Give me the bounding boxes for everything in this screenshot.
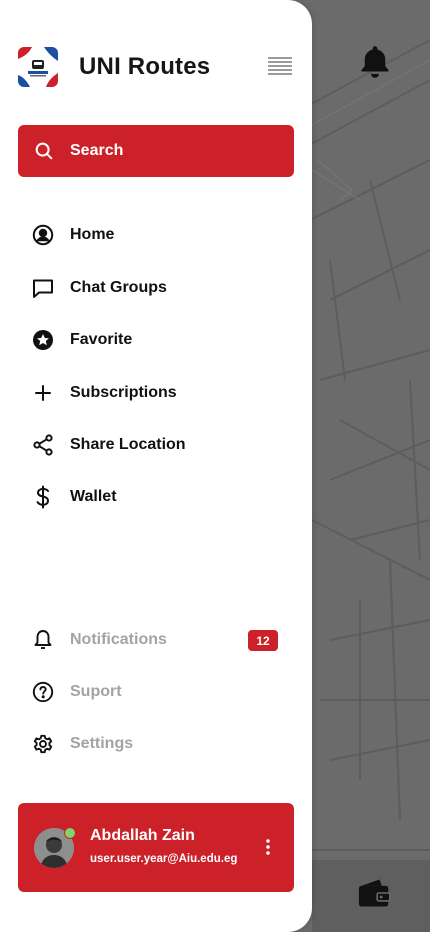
nav-item-support[interactable]: Suport xyxy=(30,674,290,710)
bell-icon xyxy=(30,627,56,653)
search-button[interactable]: Search xyxy=(18,125,294,177)
gear-icon xyxy=(30,731,56,757)
profile-card[interactable]: Abdallah Zain user.user.year@Aiu.edu.eg xyxy=(18,803,294,892)
nav-item-label: Home xyxy=(70,226,115,243)
navigation-drawer: UNI Routes Search Home Chat Groups Favor… xyxy=(0,0,312,932)
profile-email: user.user.year@Aiu.edu.eg xyxy=(90,853,238,865)
nav-item-label: Share Location xyxy=(70,436,186,453)
nav-item-label: Favorite xyxy=(70,331,133,348)
drawer-header: UNI Routes xyxy=(18,47,294,87)
nav-item-label: Settings xyxy=(70,735,134,752)
chat-icon xyxy=(30,275,56,301)
plus-icon xyxy=(30,380,56,406)
nav-item-share-location[interactable]: Share Location xyxy=(30,427,290,463)
star-circle-icon xyxy=(30,327,56,353)
nav-item-label: Notifications xyxy=(70,631,167,648)
notification-count-badge: 12 xyxy=(248,630,278,651)
nav-item-settings[interactable]: Settings xyxy=(30,726,290,762)
search-label: Search xyxy=(70,142,124,159)
menu-toggle-icon[interactable] xyxy=(268,57,292,75)
nav-item-label: Wallet xyxy=(70,488,117,505)
app-title: UNI Routes xyxy=(79,53,211,80)
nav-item-notifications[interactable]: Notifications 12 xyxy=(30,622,290,658)
app-logo xyxy=(18,47,58,87)
map-notification-bell-icon[interactable] xyxy=(356,42,394,82)
dollar-icon xyxy=(30,484,56,510)
map-wallet-icon[interactable] xyxy=(354,874,394,912)
nav-item-home[interactable]: Home xyxy=(30,217,290,253)
search-icon xyxy=(33,140,55,162)
nav-item-subscriptions[interactable]: Subscriptions xyxy=(30,375,290,411)
user-circle-icon xyxy=(30,222,56,248)
nav-item-label: Chat Groups xyxy=(70,279,167,296)
online-status-indicator xyxy=(64,827,76,839)
nav-item-wallet[interactable]: Wallet xyxy=(30,479,290,515)
nav-item-chat-groups[interactable]: Chat Groups xyxy=(30,270,290,306)
help-circle-icon xyxy=(30,679,56,705)
more-options-icon[interactable] xyxy=(258,837,278,857)
nav-item-label: Suport xyxy=(70,683,122,700)
share-icon xyxy=(30,432,56,458)
nav-item-label: Subscriptions xyxy=(70,384,177,401)
nav-item-favorite[interactable]: Favorite xyxy=(30,322,290,358)
profile-name: Abdallah Zain xyxy=(90,827,195,844)
